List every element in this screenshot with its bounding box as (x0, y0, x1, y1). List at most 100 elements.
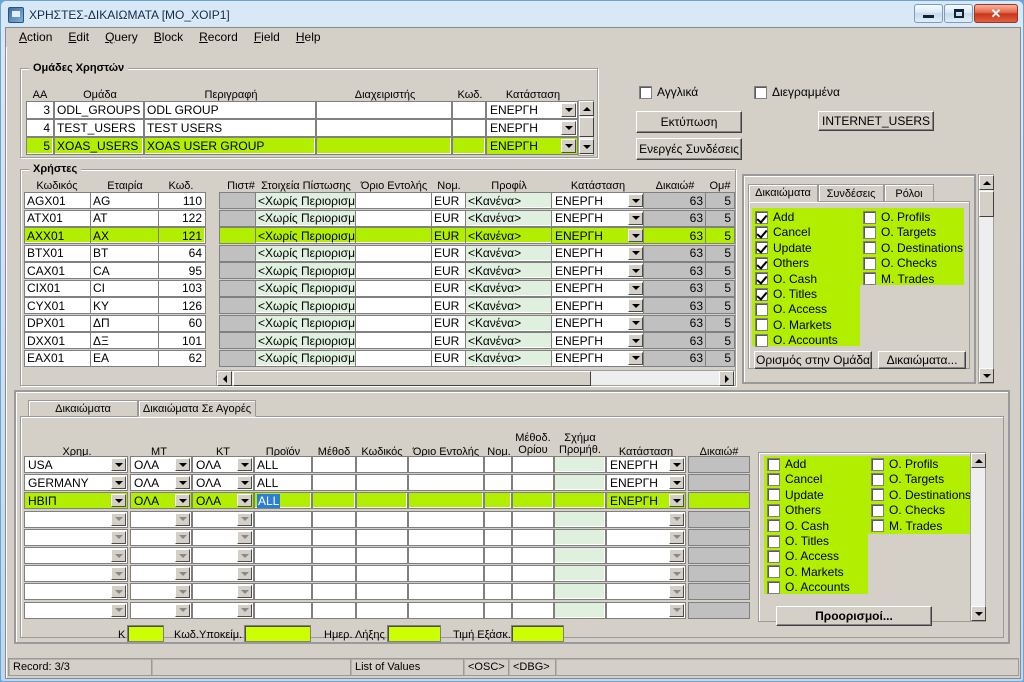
users-cell-code[interactable]: BTX01 (24, 244, 92, 262)
users-cell-limit[interactable] (355, 314, 433, 332)
users-cell-code[interactable]: DXX01 (24, 332, 92, 349)
right-checkbox-o-markets[interactable]: O. Markets (755, 318, 832, 332)
users-cell-num[interactable]: 126 (158, 297, 206, 314)
users-cell-cur[interactable]: EUR (431, 332, 467, 349)
groups-cell-aa[interactable]: 5 (26, 137, 54, 155)
market-right-checkbox-o-targets[interactable]: O. Targets (871, 472, 944, 486)
footer-field-k[interactable] (127, 625, 164, 642)
groups-cell-admin[interactable] (316, 137, 452, 155)
users-cell-rights[interactable]: 63 (643, 349, 707, 367)
users-cell-limit[interactable] (355, 297, 433, 314)
chevron-down-icon[interactable] (175, 585, 190, 599)
users-cell-profile[interactable]: <Κανένα> (465, 349, 553, 367)
checkbox-box[interactable] (755, 287, 768, 301)
chevron-down-icon[interactable] (669, 567, 684, 581)
users-cell-code[interactable]: EAX01 (24, 349, 92, 367)
users-cell-cur[interactable]: EUR (431, 349, 467, 367)
users-cell-grp[interactable]: 5 (705, 227, 735, 244)
market-cell-rights[interactable] (688, 565, 750, 583)
market-cell-limit-method[interactable] (512, 583, 554, 601)
checkbox-box[interactable] (767, 457, 780, 471)
market-cell-method[interactable] (312, 510, 356, 528)
chevron-down-icon[interactable] (561, 139, 576, 153)
groups-cell-status[interactable]: ΕΝΕΡΓΗ (486, 101, 578, 119)
market-cell-limit-method[interactable] (512, 456, 554, 473)
users-cell-profile[interactable]: <Κανένα> (465, 244, 553, 262)
users-cell-credit-no[interactable] (219, 279, 257, 297)
market-cell-rights[interactable] (688, 510, 750, 528)
users-cell-cur[interactable]: EUR (431, 279, 467, 297)
chevron-down-icon[interactable] (237, 458, 252, 471)
chevron-down-icon[interactable] (111, 567, 126, 581)
users-cell-grp[interactable]: 5 (705, 244, 735, 262)
checkbox-box[interactable] (767, 549, 780, 563)
chevron-down-icon[interactable] (175, 476, 190, 490)
chevron-down-icon[interactable] (175, 603, 190, 617)
market-cell-method[interactable] (312, 547, 356, 564)
checkbox-box[interactable] (871, 519, 884, 533)
menu-help[interactable]: Help (288, 29, 329, 45)
market-right-checkbox-others[interactable]: Others (767, 503, 821, 517)
market-cell-product[interactable] (254, 547, 312, 564)
users-cell-cur[interactable]: EUR (431, 297, 467, 314)
checkbox-box[interactable] (863, 241, 876, 255)
users-cell-credit-info[interactable]: <Χωρίς Περιορισμό> (255, 209, 357, 227)
market-cell-comm-scheme[interactable] (554, 565, 606, 583)
checkbox-box[interactable] (871, 503, 884, 517)
market-cell-kt[interactable] (192, 583, 254, 601)
market-cell-product[interactable] (254, 601, 312, 619)
active-connections-button[interactable]: Ενεργές Συνδέσεις (636, 138, 742, 160)
users-cell-company[interactable]: BT (90, 244, 160, 262)
groups-cell-admin[interactable] (316, 101, 452, 119)
groups-scroll-thumb[interactable] (579, 117, 594, 137)
users-cell-company[interactable]: EA (90, 349, 160, 367)
users-cell-limit[interactable] (355, 244, 433, 262)
checkbox-english[interactable]: Αγγλικά (639, 85, 698, 99)
users-cell-grp[interactable]: 5 (705, 349, 735, 367)
chevron-down-icon[interactable] (237, 585, 252, 599)
users-cell-status[interactable]: ΕΝΕΡΓΗ (551, 209, 645, 227)
market-cell-product[interactable]: ALL (254, 456, 312, 473)
users-cell-grp[interactable]: 5 (705, 192, 735, 209)
market-cell-cur[interactable] (484, 547, 512, 564)
market-cell-mt[interactable] (130, 583, 192, 601)
checkbox-deleted-box[interactable] (754, 85, 767, 99)
tab-roles[interactable]: Ρόλοι (884, 184, 934, 202)
chevron-down-icon[interactable] (628, 334, 643, 347)
right-checkbox-o-profils[interactable]: O. Profils (863, 210, 930, 224)
market-cell-limit-method[interactable] (512, 601, 554, 619)
market-cell-limit[interactable] (408, 474, 484, 492)
market-cell-market[interactable] (24, 528, 128, 546)
market-cell-comm-scheme[interactable] (554, 510, 606, 528)
market-cell-kt[interactable]: ΟΛΑ (192, 492, 254, 510)
users-hscroll-thumb[interactable] (233, 371, 591, 386)
checkbox-box[interactable] (755, 210, 768, 224)
chevron-down-icon[interactable] (111, 458, 126, 471)
market-cell-code[interactable] (356, 456, 408, 473)
market-cell-rights[interactable] (688, 601, 750, 619)
chevron-down-icon[interactable] (175, 512, 190, 526)
users-hscroll-left-button[interactable] (217, 371, 232, 386)
users-cell-profile[interactable]: <Κανένα> (465, 262, 553, 279)
footer-field-underlying[interactable] (244, 625, 311, 642)
chevron-down-icon[interactable] (111, 603, 126, 617)
groups-cell-group[interactable]: ODL_GROUPS (54, 101, 144, 119)
market-cell-mt[interactable]: ΟΛΑ (130, 474, 192, 492)
users-cell-grp[interactable]: 5 (705, 314, 735, 332)
right-checkbox-cancel[interactable]: Cancel (755, 225, 810, 239)
chevron-down-icon[interactable] (237, 603, 252, 617)
market-cell-limit[interactable] (408, 510, 484, 528)
chevron-down-icon[interactable] (175, 494, 190, 508)
menu-record[interactable]: Record (191, 29, 246, 45)
market-cell-cur[interactable] (484, 583, 512, 601)
market-cell-product[interactable] (254, 565, 312, 583)
groups-cell-desc[interactable]: ODL GROUP (144, 101, 316, 119)
market-cell-status[interactable] (606, 565, 686, 583)
users-cell-rights[interactable]: 63 (643, 209, 707, 227)
users-cell-num[interactable]: 122 (158, 209, 206, 227)
groups-cell-group[interactable]: TEST_USERS (54, 119, 144, 137)
chevron-down-icon[interactable] (111, 512, 126, 526)
chevron-down-icon[interactable] (237, 549, 252, 562)
groups-cell-admin[interactable] (316, 119, 452, 137)
chevron-down-icon[interactable] (669, 494, 684, 508)
